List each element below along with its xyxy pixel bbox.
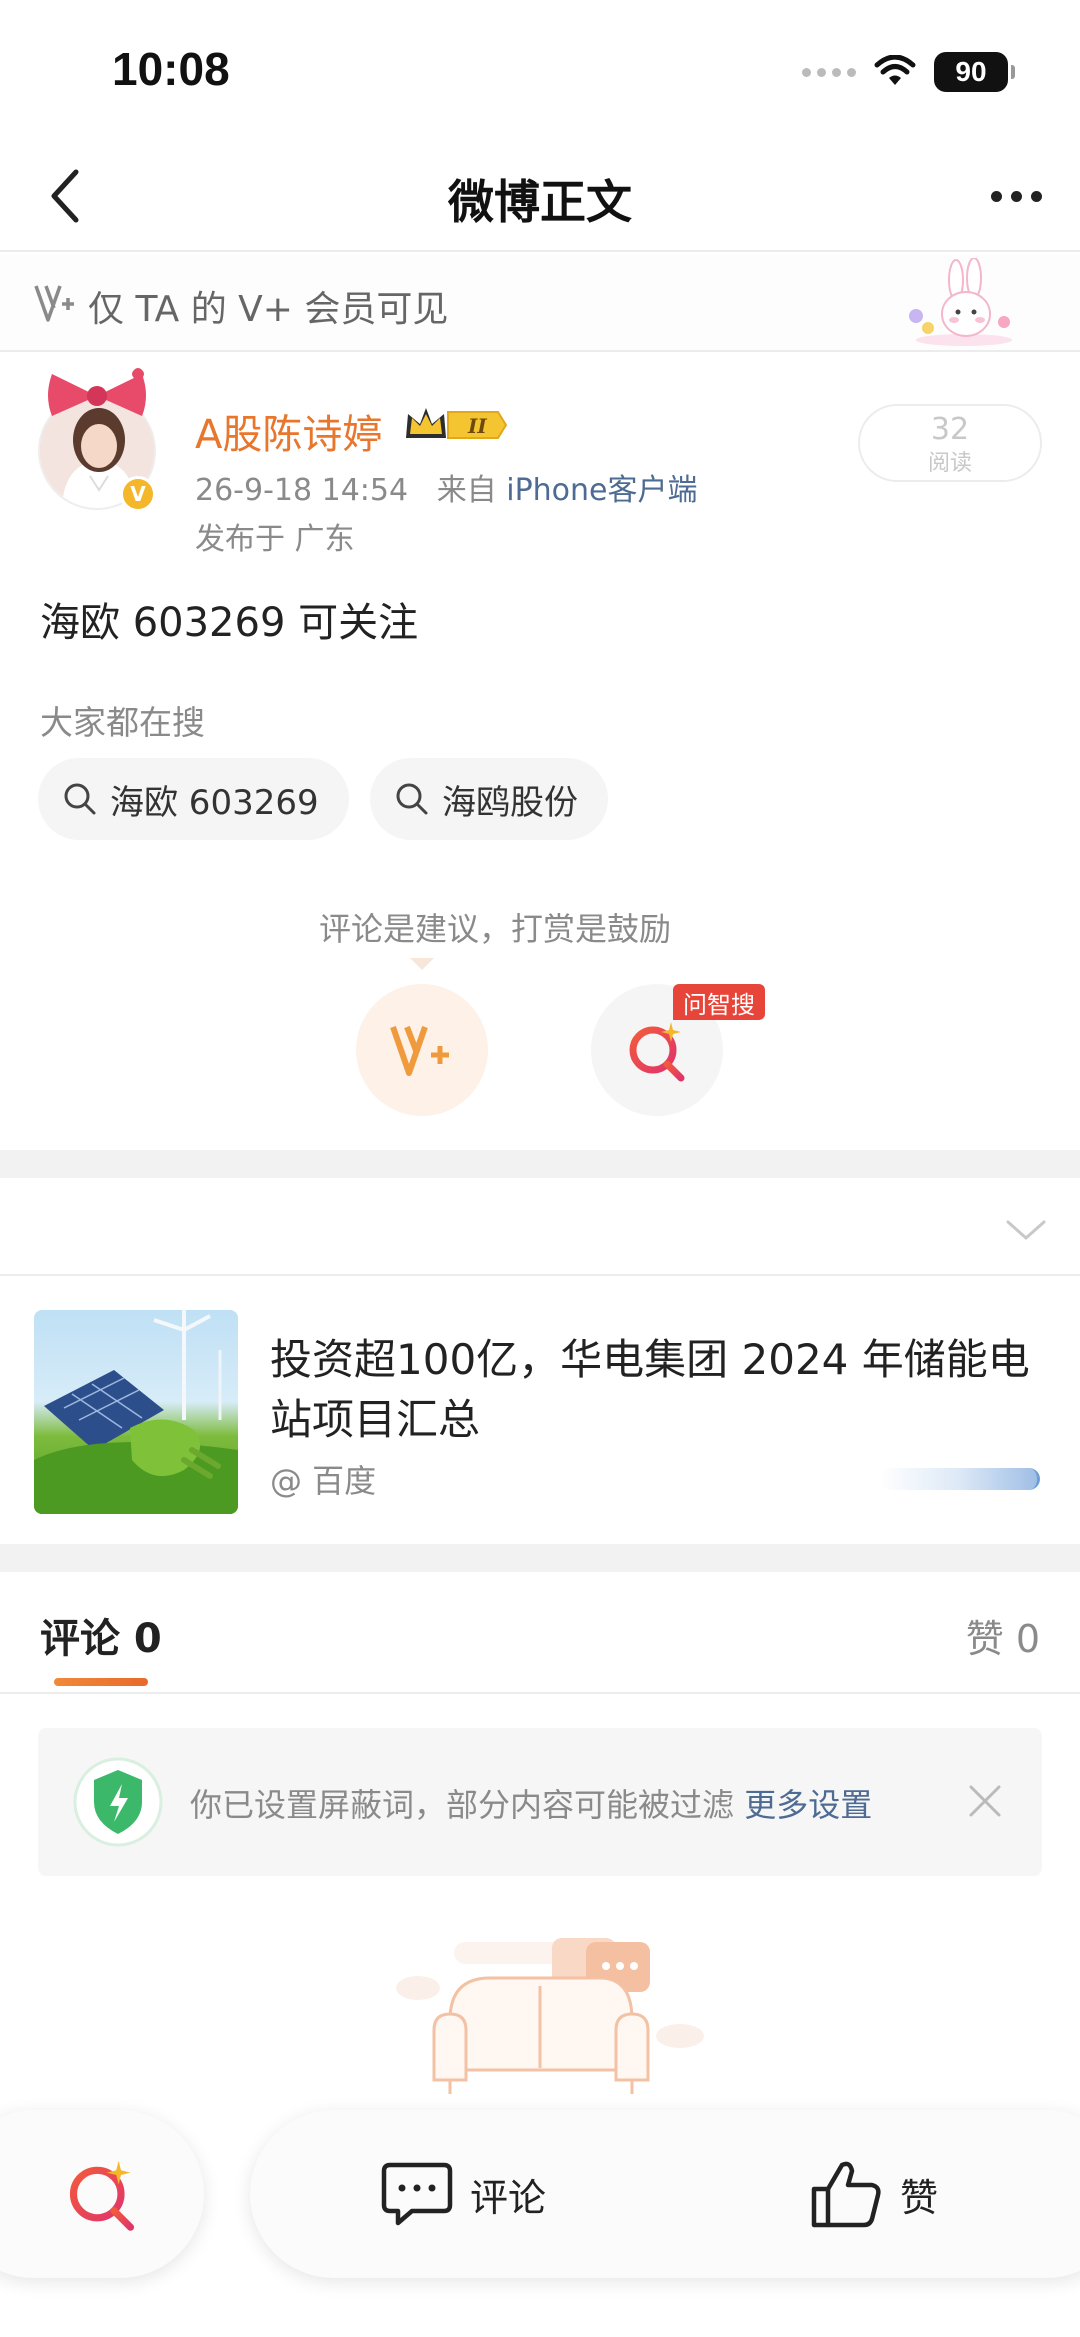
vip-visibility-banner[interactable]: 仅 TA 的 V+ 会员可见 (0, 254, 1080, 352)
post-meta: 26-9-18 14:54 来自 iPhone客户端 (195, 465, 698, 509)
comment-button[interactable]: 评论 (380, 2152, 546, 2236)
reward-hint: 评论是建议，打赏是鼓励 (318, 910, 671, 948)
vip-plus-icon (34, 285, 74, 322)
search-chip[interactable]: 海鸥股份 (370, 758, 608, 840)
ai-search-tag: 问智搜 (673, 984, 765, 1020)
more-dot-icon (1030, 190, 1042, 202)
more-settings-link[interactable]: 更多设置 (744, 1786, 872, 1824)
cellular-signal-icon (802, 67, 856, 77)
section-divider (0, 1544, 1080, 1572)
link-source: @ 百度 (270, 1462, 377, 1500)
crown-level-badge-icon[interactable]: II (402, 404, 510, 446)
expand-row[interactable] (0, 1180, 1080, 1276)
empty-sofa-illustration-icon (396, 1938, 704, 2094)
search-chip-label: 海欧 603269 (110, 782, 319, 823)
loading-bar (880, 1468, 1040, 1490)
rabbit-sticker-icon (909, 258, 1012, 346)
more-dot-icon (990, 190, 1002, 202)
read-count-pill: 32 阅读 (858, 404, 1042, 482)
search-icon (396, 783, 428, 815)
status-bar: 10:08 90 (0, 0, 1080, 140)
post-location: 发布于 广东 (195, 522, 355, 557)
more-dot-icon (1010, 190, 1022, 202)
post-body: 海欧 603269 可关注 (40, 600, 419, 646)
read-count: 32 (930, 412, 970, 447)
link-card[interactable]: 投资超100亿，华电集团 2024 年储能电站项目汇总 @ 百度 (0, 1278, 1080, 1544)
post-source-prefix: 来自 (436, 473, 497, 508)
reward-button[interactable] (356, 984, 488, 1116)
search-chip-label: 海鸥股份 (442, 782, 578, 823)
wifi-icon (874, 55, 916, 85)
ai-search-icon (69, 2160, 135, 2231)
solar-plug-image-icon (34, 1310, 238, 1514)
search-chip[interactable]: 海欧 603269 (38, 758, 349, 840)
comment-label: 评论 (470, 2175, 547, 2220)
thumbs-up-icon (811, 2161, 881, 2228)
battery-icon: 90 (934, 52, 1015, 92)
svg-text:II: II (467, 414, 487, 438)
reward-hint-pointer (410, 958, 434, 970)
tab-likes[interactable]: 赞 0 (966, 1608, 1040, 1663)
ai-search-icon (629, 1022, 685, 1082)
close-icon[interactable] (958, 1774, 1012, 1828)
post-source[interactable]: iPhone客户端 (506, 473, 697, 508)
filter-message: 你已设置屏蔽词，部分内容可能被过滤 (190, 1786, 735, 1824)
ai-search-fab[interactable] (0, 2110, 204, 2278)
link-thumbnail (34, 1310, 238, 1514)
filter-notice: 你已设置屏蔽词，部分内容可能被过滤 更多设置 (38, 1728, 1042, 1876)
bottom-action-bar: 评论 赞 (0, 2100, 1080, 2337)
hot-search-heading: 大家都在搜 (40, 703, 205, 742)
tab-comments[interactable]: 评论 0 (40, 1606, 162, 1664)
chevron-down-icon (1006, 1220, 1046, 1240)
bottom-actions-pill: 评论 赞 (250, 2110, 1080, 2278)
status-time: 10:08 (112, 43, 230, 95)
read-label: 阅读 (927, 451, 972, 476)
search-icon (64, 783, 96, 815)
like-button[interactable]: 赞 (810, 2152, 938, 2236)
vip-banner-text: 仅 TA 的 V+ 会员可见 (88, 289, 449, 330)
nav-bar: 微博正文 (0, 140, 1080, 252)
vip-plus-icon (390, 1025, 449, 1076)
comment-icon (381, 2162, 453, 2226)
verified-badge-icon: V (120, 476, 156, 512)
comments-header: 评论 0 赞 0 (0, 1572, 1080, 1694)
more-options-button[interactable] (980, 170, 1052, 222)
link-title: 投资超100亿，华电集团 2024 年储能电站项目汇总 (270, 1335, 1030, 1444)
shield-icon (73, 1757, 163, 1847)
like-label: 赞 (900, 2175, 939, 2220)
bow-decoration-icon (48, 368, 146, 416)
status-icons: 90 (802, 50, 1015, 94)
section-divider (0, 1150, 1080, 1178)
post-timestamp: 26-9-18 14:54 (195, 473, 409, 508)
page-title: 微博正文 (448, 175, 632, 229)
author-name[interactable]: A股陈诗婷 (195, 402, 382, 460)
filter-text: 你已设置屏蔽词，部分内容可能被过滤 更多设置 (190, 1780, 872, 1826)
active-tab-indicator (54, 1678, 148, 1686)
